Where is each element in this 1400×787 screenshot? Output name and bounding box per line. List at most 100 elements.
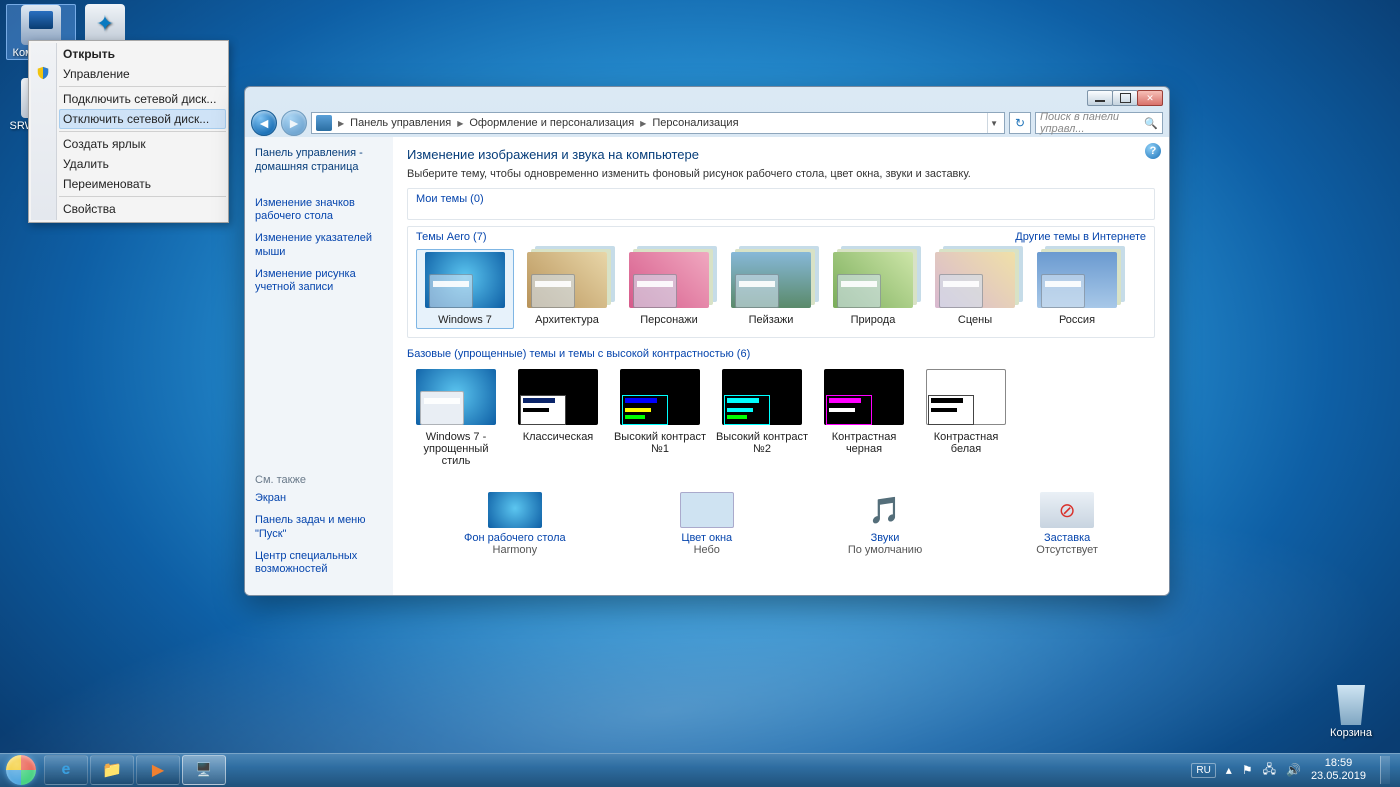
clock[interactable]: 18:59 23.05.2019 [1311,757,1366,782]
network-icon[interactable]: 🖧 [1263,760,1276,781]
desktop-icon-recycle-bin[interactable]: Корзина [1316,685,1386,739]
maximize-button[interactable] [1112,90,1138,106]
sounds-icon: 🎵 [858,492,912,528]
theme-nature[interactable]: Природа [824,249,922,329]
theme-high-contrast-white[interactable]: Контрастная белая [917,366,1015,470]
page-subtext: Выберите тему, чтобы одновременно измени… [407,168,1155,180]
taskbar: e 📁 ▶ 🖥️ RU ▴ ⚑ 🖧 🔊 18:59 23.05.2019 [0,753,1400,787]
group-my-themes: Мои темы (0) [407,188,1155,220]
taskbar-ie[interactable]: e [44,755,88,785]
ctx-map-network-drive[interactable]: Подключить сетевой диск... [59,89,226,109]
theme-win7-basic[interactable]: Windows 7 - упрощенный стиль [407,366,505,470]
folder-icon: 📁 [102,760,122,780]
theme-label: Пейзажи [724,314,818,326]
media-player-icon: ▶ [152,760,164,780]
theme-characters[interactable]: Персонажи [620,249,718,329]
sidebar-account-picture[interactable]: Изменение рисунка учетной записи [255,268,383,296]
close-button[interactable] [1137,90,1163,106]
theme-russia[interactable]: Россия [1028,249,1126,329]
app-icon [85,4,125,44]
sidebar-home[interactable]: Панель управления - домашняя страница [255,147,383,175]
clock-time: 18:59 [1311,757,1366,770]
chevron-right-icon: ▶ [338,119,344,128]
taskbar-explorer[interactable]: 📁 [90,755,134,785]
ctx-separator [59,196,226,197]
breadcrumb-segment[interactable]: Оформление и персонализация [469,117,634,129]
theme-high-contrast-2[interactable]: Высокий контраст №2 [713,366,811,470]
system-tray: RU ▴ ⚑ 🖧 🔊 18:59 23.05.2019 [1191,756,1394,784]
theme-high-contrast-1[interactable]: Высокий контраст №1 [611,366,709,470]
group-title: Мои темы (0) [416,193,1146,205]
theme-label: Windows 7 - упрощенный стиль [409,431,503,467]
search-input[interactable]: Поиск в панели управл... 🔍 [1035,112,1163,134]
group-basic-themes: Базовые (упрощенные) темы и темы с высок… [407,344,1155,478]
address-bar[interactable]: ▶ Панель управления ▶ Оформление и персо… [311,112,1005,134]
ctx-rename[interactable]: Переименовать [59,174,226,194]
ctx-separator [59,131,226,132]
desktop-icon-label: Корзина [1316,727,1386,739]
clock-date: 23.05.2019 [1311,770,1366,783]
theme-high-contrast-black[interactable]: Контрастная черная [815,366,913,470]
theme-label: Архитектура [520,314,614,326]
theme-scenes[interactable]: Сцены [926,249,1024,329]
show-desktop-button[interactable] [1380,756,1390,784]
sidebar-desktop-icons[interactable]: Изменение значков рабочего стола [255,197,383,225]
ctx-manage[interactable]: Управление [59,64,226,84]
refresh-button[interactable]: ↻ [1009,112,1031,134]
ctx-create-shortcut[interactable]: Создать ярлык [59,134,226,154]
window-color-icon [680,492,734,528]
theme-label: Персонажи [622,314,716,326]
sidebar-mouse-pointers[interactable]: Изменение указателей мыши [255,232,383,260]
ctx-properties[interactable]: Свойства [59,199,226,219]
sidebar-display[interactable]: Экран [255,492,383,506]
theme-label: Классическая [511,431,605,443]
theme-label: Природа [826,314,920,326]
theme-classic[interactable]: Классическая [509,366,607,470]
sounds-link[interactable]: 🎵 Звуки По умолчанию [848,492,922,556]
computer-icon [21,5,61,45]
context-menu-computer: Открыть Управление Подключить сетевой ди… [28,40,229,223]
content-pane: ? Изменение изображения и звука на компь… [393,137,1169,595]
personalization-window: ◄ ► ▶ Панель управления ▶ Оформление и п… [244,86,1170,596]
taskbar-personalization-window[interactable]: 🖥️ [182,755,226,785]
personalize-icon: 🖥️ [196,762,212,778]
personalization-footer: Фон рабочего стола Harmony Цвет окна Неб… [407,484,1155,556]
desktop-background-link[interactable]: Фон рабочего стола Harmony [464,492,566,556]
minimize-button[interactable] [1087,90,1113,106]
theme-architecture[interactable]: Архитектура [518,249,616,329]
windows-orb-icon [6,755,36,785]
breadcrumb-segment[interactable]: Панель управления [350,117,451,129]
ctx-delete[interactable]: Удалить [59,154,226,174]
show-hidden-icons[interactable]: ▴ [1226,763,1232,777]
theme-landscapes[interactable]: Пейзажи [722,249,820,329]
start-button[interactable] [0,753,42,787]
sidebar: Панель управления - домашняя страница Из… [245,137,393,595]
theme-label: Высокий контраст №1 [613,431,707,455]
volume-icon[interactable]: 🔊 [1286,763,1301,777]
shield-icon [36,66,50,80]
nav-toolbar: ◄ ► ▶ Панель управления ▶ Оформление и п… [245,109,1169,137]
taskbar-media-player[interactable]: ▶ [136,755,180,785]
action-center-icon[interactable]: ⚑ [1242,763,1253,777]
ctx-open[interactable]: Открыть [59,44,226,64]
ctx-disconnect-network-drive[interactable]: Отключить сетевой диск... [59,109,226,129]
screensaver-icon: ⊘ [1040,492,1094,528]
theme-label: Сцены [928,314,1022,326]
back-button[interactable]: ◄ [251,110,277,136]
theme-label: Контрастная белая [919,431,1013,455]
ie-icon: e [62,761,71,779]
language-indicator[interactable]: RU [1191,763,1215,778]
window-titlebar[interactable] [245,87,1169,109]
recycle-bin-icon [1331,685,1371,725]
forward-button[interactable]: ► [281,110,307,136]
help-icon[interactable]: ? [1145,143,1161,159]
screensaver-link[interactable]: ⊘ Заставка Отсутствует [1036,492,1098,556]
sidebar-ease-of-access[interactable]: Центр специальных возможностей [255,550,383,578]
theme-windows-7[interactable]: Windows 7 [416,249,514,329]
breadcrumb-segment[interactable]: Персонализация [652,117,738,129]
group-aero-themes: Другие темы в Интернете Темы Aero (7) Wi… [407,226,1155,338]
window-color-link[interactable]: Цвет окна Небо [680,492,734,556]
address-dropdown[interactable]: ▼ [987,113,1000,133]
sidebar-taskbar-start[interactable]: Панель задач и меню "Пуск" [255,514,383,542]
get-more-themes-link[interactable]: Другие темы в Интернете [1015,231,1146,243]
